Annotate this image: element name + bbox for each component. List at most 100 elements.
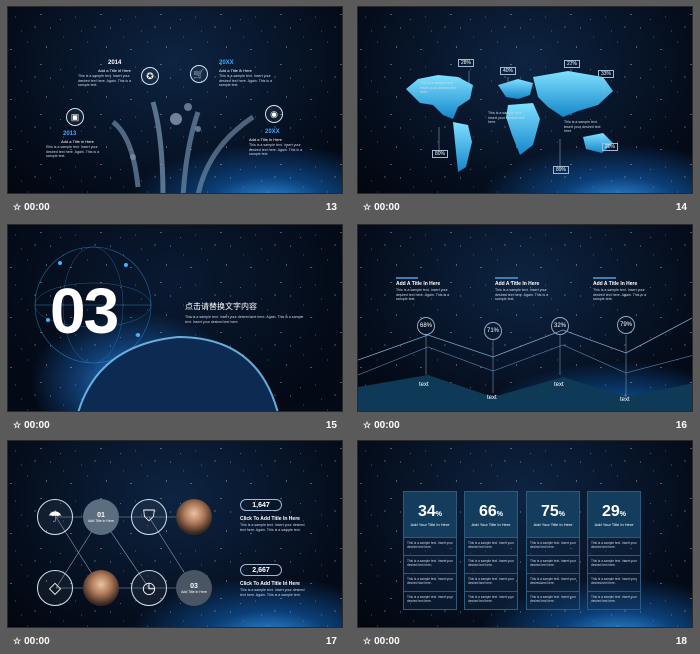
slide-14-footer: ☆ 00:00 14 (357, 196, 693, 218)
item-body: This is a sample text. Insert your desir… (249, 143, 303, 157)
award-icon: ✪ (141, 67, 159, 85)
slide-15-canvas: 03 点击请替换文字内容 This is a sample text. Inse… (7, 224, 343, 412)
map-label: 33% (598, 70, 615, 79)
map-label: 20% (602, 143, 619, 152)
card-row: This is a sample text. Insert your desir… (527, 591, 579, 609)
map-label: 80% (432, 150, 449, 159)
node-label: Add Title in Here (181, 589, 207, 594)
wave-label: text (554, 382, 564, 388)
node-label: Add Title in Here (88, 518, 114, 523)
card-title: Add Your Title In Here (410, 521, 450, 527)
item-title: Add a Title in Here (249, 137, 282, 142)
item-title: Add a Title in Here (61, 139, 94, 144)
slide-number: 18 (675, 635, 687, 647)
node-03: 03 Add Title in Here (176, 570, 212, 606)
percent-circle: 68% (417, 317, 435, 335)
stat-title: Click To Add Title In Here (240, 581, 300, 587)
stat-card: 66% Add Your Title In Here This is a samp… (464, 491, 518, 610)
node-number: 03 (190, 582, 198, 590)
shield-icon: ⛉ (131, 499, 167, 535)
map-note: This is a sample text. Insert your desir… (564, 120, 601, 134)
item-body: This is a sample text. Insert your desir… (78, 74, 132, 88)
slide-timing: 00:00 (374, 635, 400, 647)
card-value: 66 (478, 502, 497, 520)
slide-thumbnail-14[interactable]: 28% 40% 27% 33% 80% 89% 20% This is a sa… (357, 6, 693, 220)
cart-icon: 🛒 (190, 65, 208, 83)
slide-thumbnail-17[interactable]: ☂ 01 Add Title in Here ⛉ ◇ ◷ 03 Add Titl… (7, 440, 343, 654)
card-row: This is a sample text. Insert your desir… (527, 573, 579, 591)
slide-timing: 00:00 (24, 419, 50, 431)
umbrella-icon: ☂ (37, 499, 73, 535)
slide-14-canvas: 28% 40% 27% 33% 80% 89% 20% This is a sa… (357, 6, 693, 194)
card-title: Add Your Title In Here (594, 521, 634, 527)
percent-circle: 79% (617, 316, 635, 334)
card-row: This is a sample text. Insert your desir… (404, 555, 456, 573)
transition-star-icon[interactable]: ☆ (363, 420, 371, 431)
slide-number: 13 (325, 201, 337, 213)
card-value: 34 (417, 502, 436, 520)
slide-thumbnail-15[interactable]: 03 点击请替换文字内容 This is a sample text. Inse… (7, 224, 343, 438)
slide-number: 15 (325, 419, 337, 431)
item-year: 2014 (108, 60, 122, 66)
card-value: 29 (601, 502, 620, 520)
avatar (83, 570, 119, 606)
card-row: This is a sample text. Insert your desir… (465, 537, 517, 555)
card-row: This is a sample text. Insert your desir… (588, 591, 640, 609)
slide-timing: 00:00 (24, 635, 50, 647)
transition-star-icon[interactable]: ☆ (13, 636, 21, 647)
map-label: 40% (500, 67, 517, 76)
stat-card: 34% Add Your Title In Here This is a samp… (403, 491, 457, 610)
percent-circle: 32% (551, 317, 569, 335)
card-title: Add Your Title In Here (533, 521, 573, 527)
wave-label: text (419, 382, 429, 388)
section-body: This is a sample text. Insert your desir… (185, 315, 304, 324)
stat-card: 75% Add Your Title In Here This is a samp… (526, 491, 580, 610)
item-year: 2013 (63, 131, 77, 137)
item-year: 20XX (219, 60, 234, 66)
card-title: Add Your Title In Here (471, 521, 511, 527)
avatar (176, 499, 212, 535)
target-icon: ◉ (265, 105, 283, 123)
stat-body: This is a sample text. Insert your desir… (240, 523, 305, 532)
map-label: 27% (564, 60, 581, 69)
slide-number: 14 (675, 201, 687, 213)
column-title: Add A Title In Here (593, 281, 638, 287)
card-row: This is a sample text. Insert your desir… (404, 537, 456, 555)
slide-thumbnail-18[interactable]: 34% Add Your Title In Here This is a samp… (357, 440, 693, 654)
map-label: 28% (458, 59, 475, 68)
item-title: Add a Title in Here (219, 68, 252, 73)
column-body: This is a sample text. Insert your desir… (396, 288, 450, 302)
slide-timing: 00:00 (24, 201, 50, 213)
slide-thumbnail-13[interactable]: ✪ 🛒 ▣ ◉ 2014 Add a Title in Here This is… (7, 6, 343, 220)
card-row: This is a sample text. Insert your desir… (465, 573, 517, 591)
slide-18-canvas: 34% Add Your Title In Here This is a samp… (357, 440, 693, 628)
wave-label: text (487, 395, 497, 401)
diamond-icon: ◇ (37, 570, 73, 606)
slide-timing: 00:00 (374, 419, 400, 431)
column-title: Add A Title In Here (396, 281, 441, 287)
world-map (406, 69, 613, 172)
transition-star-icon[interactable]: ☆ (363, 202, 371, 213)
transition-star-icon[interactable]: ☆ (13, 420, 21, 431)
card-row: This is a sample text. Insert your desir… (404, 573, 456, 591)
column-title: Add A Title In Here (495, 281, 540, 287)
node-01: 01 Add Title in Here (83, 499, 119, 535)
slide-16-canvas: Add A Title In Here This is a sample tex… (357, 224, 693, 412)
transition-star-icon[interactable]: ☆ (13, 202, 21, 213)
section-number: 03 (50, 275, 119, 347)
item-title: Add a Title in Here (98, 68, 131, 73)
slide-16-footer: ☆ 00:00 16 (357, 414, 693, 436)
transition-star-icon[interactable]: ☆ (363, 636, 371, 647)
wave-label: text (620, 397, 630, 403)
map-label: 89% (553, 166, 570, 175)
slide-thumbnail-16[interactable]: Add A Title In Here This is a sample tex… (357, 224, 693, 438)
card-row: This is a sample text. Insert your desir… (588, 537, 640, 555)
card-unit: % (558, 510, 566, 518)
card-row: This is a sample text. Insert your desir… (588, 555, 640, 573)
stat-pill: 1,647 (240, 499, 282, 511)
percent-circle: 71% (484, 322, 502, 340)
stat-body: This is a sample text. Insert your desir… (240, 588, 305, 597)
node-number: 01 (97, 511, 105, 519)
slide-timing: 00:00 (374, 201, 400, 213)
card-unit: % (619, 510, 627, 518)
